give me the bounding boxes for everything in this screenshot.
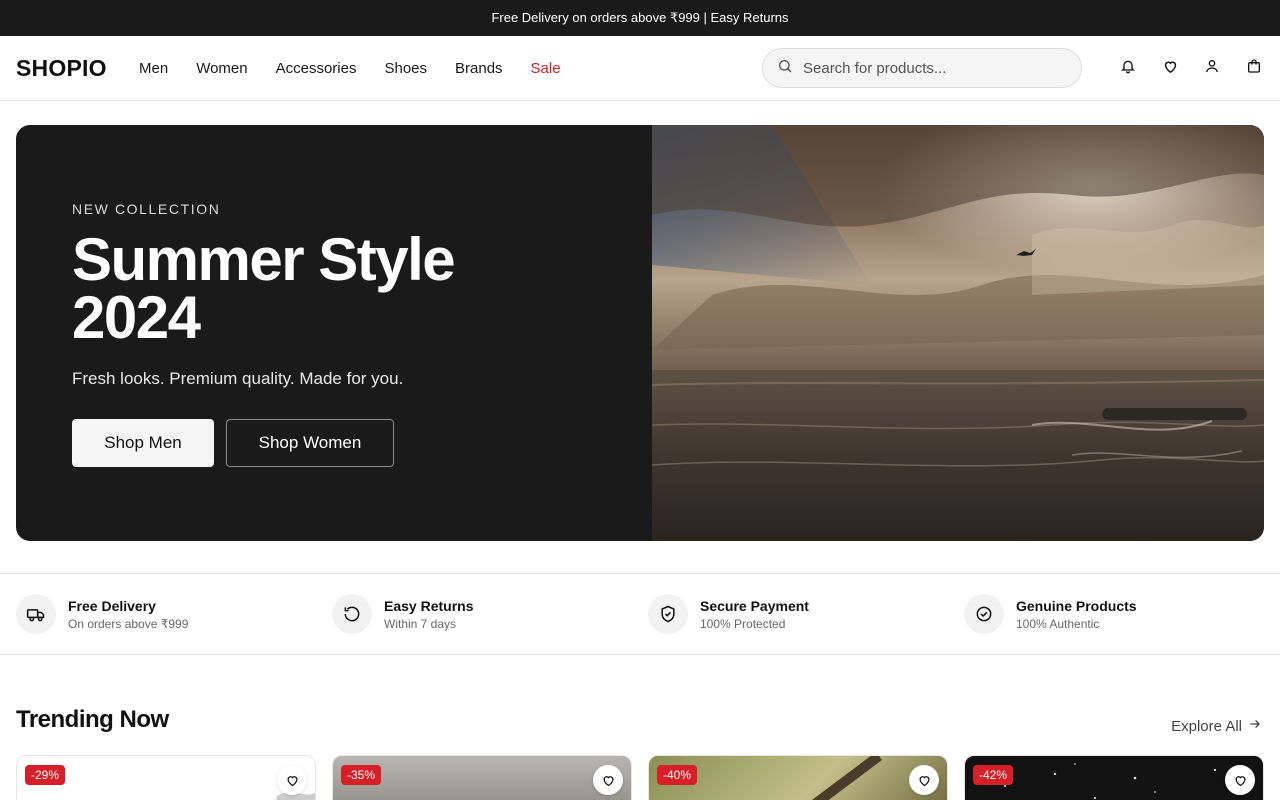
search-input[interactable] <box>803 59 1063 77</box>
feature-subtitle: On orders above ₹999 <box>68 616 189 631</box>
rotate-icon <box>332 594 372 634</box>
hero-eyebrow: NEW COLLECTION <box>72 201 221 217</box>
header-icons <box>1118 56 1264 76</box>
discount-badge: -40% <box>657 765 698 785</box>
feature-title: Easy Returns <box>384 597 474 614</box>
product-card[interactable]: -40% <box>648 755 948 800</box>
logo[interactable]: SHOPIO <box>16 55 139 82</box>
user-icon[interactable] <box>1202 56 1222 76</box>
feature-title: Secure Payment <box>700 597 809 614</box>
product-card[interactable]: -35% <box>332 755 632 800</box>
hero-title: Summer Style 2024 <box>72 226 456 351</box>
feature-strip: Free Delivery On orders above ₹999 Easy … <box>0 573 1280 655</box>
product-card[interactable]: -42% <box>964 755 1264 800</box>
feature-genuine-products: Genuine Products 100% Authentic <box>964 574 1280 654</box>
product-card[interactable]: -29% <box>16 755 316 800</box>
feature-secure-payment: Secure Payment 100% Protected <box>648 574 964 654</box>
discount-badge: -29% <box>25 765 66 785</box>
trending-products: -29% -35% -40% -42% <box>16 755 1264 800</box>
main-nav: Men Women Accessories Shoes Brands Sale <box>139 60 589 77</box>
wishlist-heart-icon[interactable] <box>909 765 939 795</box>
bell-icon[interactable] <box>1118 56 1138 76</box>
wishlist-heart-icon[interactable] <box>277 765 307 795</box>
heart-icon[interactable] <box>1160 56 1180 76</box>
hero-content: NEW COLLECTION Summer Style 2024 Fresh l… <box>16 125 652 541</box>
wishlist-heart-icon[interactable] <box>593 765 623 795</box>
feature-title: Genuine Products <box>1016 597 1137 614</box>
discount-badge: -35% <box>341 765 382 785</box>
feature-subtitle: Within 7 days <box>384 616 457 631</box>
feature-title: Free Delivery <box>68 597 156 614</box>
bag-icon[interactable] <box>1244 56 1264 76</box>
nav-sale[interactable]: Sale <box>531 60 561 77</box>
truck-icon <box>16 594 56 634</box>
shield-icon <box>648 594 688 634</box>
search-icon <box>777 58 793 79</box>
nav-brands[interactable]: Brands <box>455 60 503 77</box>
announcement-text: Free Delivery on orders above ₹999 | Eas… <box>491 10 789 25</box>
check-badge-icon <box>964 594 1004 634</box>
explore-all-link[interactable]: Explore All <box>1171 717 1262 735</box>
announcement-bar: Free Delivery on orders above ₹999 | Eas… <box>0 0 1280 36</box>
shop-men-button[interactable]: Shop Men <box>72 419 214 467</box>
hero-buttons: Shop Men Shop Women <box>72 419 652 467</box>
hero-banner: NEW COLLECTION Summer Style 2024 Fresh l… <box>16 125 1264 541</box>
site-header: SHOPIO Men Women Accessories Shoes Brand… <box>0 36 1280 101</box>
nav-men[interactable]: Men <box>139 60 168 77</box>
nav-women[interactable]: Women <box>196 60 247 77</box>
shop-women-button[interactable]: Shop Women <box>226 419 394 467</box>
explore-all-label: Explore All <box>1171 717 1242 735</box>
feature-subtitle: 100% Authentic <box>1016 616 1100 631</box>
hero-subtitle: Fresh looks. Premium quality. Made for y… <box>72 369 404 388</box>
search-bar[interactable] <box>762 48 1082 88</box>
hero-image <box>652 125 1264 541</box>
arrow-right-icon <box>1248 717 1262 735</box>
nav-shoes[interactable]: Shoes <box>384 60 427 77</box>
feature-subtitle: 100% Protected <box>700 616 786 631</box>
feature-free-delivery: Free Delivery On orders above ₹999 <box>16 574 332 654</box>
wishlist-heart-icon[interactable] <box>1225 765 1255 795</box>
nav-accessories[interactable]: Accessories <box>276 60 357 77</box>
discount-badge: -42% <box>973 765 1014 785</box>
trending-title: Trending Now <box>16 706 169 733</box>
feature-easy-returns: Easy Returns Within 7 days <box>332 574 648 654</box>
